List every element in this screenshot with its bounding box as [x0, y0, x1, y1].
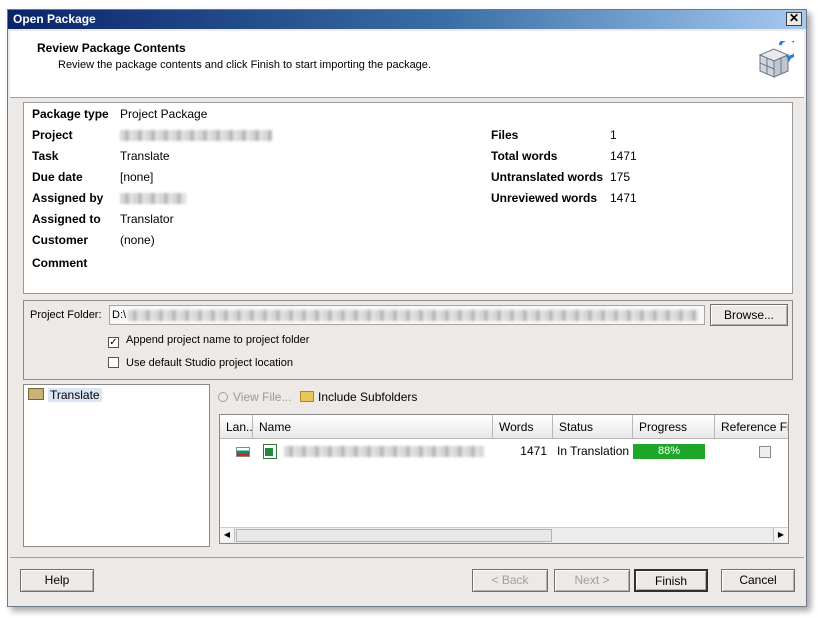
title-bar: Open Package ✕ [8, 10, 806, 29]
bulgarian-flag-icon [236, 447, 250, 457]
assigned-to-label: Assigned to [32, 212, 101, 226]
scroll-left-arrow[interactable]: ◀ [220, 528, 235, 542]
unreviewed-words-value: 1471 [610, 191, 637, 205]
due-date-label: Due date [32, 170, 83, 184]
folder-icon [28, 388, 44, 400]
page-subtitle: Review the package contents and click Fi… [58, 59, 431, 71]
column-header-name[interactable]: Name [253, 415, 493, 439]
default-location-checkbox-label: Use default Studio project location [126, 357, 293, 369]
column-header-words[interactable]: Words [493, 415, 553, 439]
customer-value: (none) [120, 233, 155, 247]
cancel-button[interactable]: Cancel [721, 569, 795, 592]
column-header-progress[interactable]: Progress [633, 415, 715, 439]
next-button[interactable]: Next > [554, 569, 630, 592]
package-type-label: Package type [32, 107, 109, 121]
files-value: 1 [610, 128, 617, 142]
append-checkbox-label: Append project name to project folder [126, 334, 310, 346]
default-location-checkbox-box[interactable] [108, 357, 119, 368]
browse-button[interactable]: Browse... [710, 304, 788, 326]
unreviewed-words-label: Unreviewed words [491, 191, 598, 205]
scroll-thumb[interactable] [236, 529, 552, 542]
horizontal-scrollbar[interactable]: ◀ ▶ [220, 527, 788, 543]
task-tree: Translate [23, 384, 210, 547]
subfolder-icon [300, 391, 314, 402]
use-default-location-checkbox[interactable]: Use default Studio project location [108, 357, 293, 369]
close-button[interactable]: ✕ [786, 12, 802, 26]
page-title: Review Package Contents [37, 41, 186, 55]
project-label: Project [32, 128, 73, 142]
assigned-to-value: Translator [120, 212, 174, 226]
include-subfolders-label: Include Subfolders [318, 390, 418, 404]
total-words-label: Total words [491, 149, 558, 163]
package-type-value: Project Package [120, 107, 208, 121]
package-summary: Package type Project Package Project Tas… [23, 102, 793, 294]
package-file-list: Lan... Name Words Status Progress Refere… [219, 414, 789, 544]
column-header-reference[interactable]: Reference Fi [715, 415, 788, 439]
include-subfolders-button[interactable]: Include Subfolders [300, 390, 417, 404]
append-checkbox-box[interactable]: ✓ [108, 337, 119, 348]
help-button[interactable]: Help [20, 569, 94, 592]
project-folder-group: Project Folder: D:\ Browse... ✓ Append pr… [23, 300, 793, 380]
scroll-right-arrow[interactable]: ▶ [773, 528, 788, 542]
project-folder-label: Project Folder: [30, 309, 102, 321]
file-words: 1471 [520, 444, 547, 458]
task-label: Task [32, 149, 59, 163]
tree-item-label: Translate [48, 388, 102, 402]
append-project-name-checkbox[interactable]: ✓ Append project name to project folder [108, 334, 309, 348]
project-folder-drive: D:\ [112, 309, 127, 321]
tree-item-translate[interactable]: Translate [28, 388, 102, 402]
file-status: In Translation [557, 444, 630, 458]
file-progress-bar: 88% [633, 444, 705, 459]
excel-file-icon [263, 444, 277, 459]
task-value: Translate [120, 149, 170, 163]
assigned-by-value-redacted [120, 191, 186, 205]
untranslated-words-label: Untranslated words [491, 170, 604, 184]
column-header-status[interactable]: Status [553, 415, 633, 439]
view-file-label: View File... [233, 390, 292, 404]
project-folder-path-redacted [128, 309, 699, 321]
project-folder-input[interactable]: D:\ [109, 305, 705, 325]
magnifier-icon [218, 392, 228, 402]
view-file-button[interactable]: View File... [218, 390, 291, 404]
footer-divider [10, 557, 804, 558]
open-package-dialog: Open Package ✕ Review Package Contents R… [7, 9, 807, 607]
window-title: Open Package [13, 12, 96, 26]
reference-checkbox[interactable] [759, 446, 771, 458]
table-row[interactable]: 1471 In Translation 88% [220, 444, 788, 460]
file-name-redacted [284, 446, 484, 457]
assigned-by-label: Assigned by [32, 191, 104, 205]
comment-label: Comment [32, 256, 88, 270]
back-button[interactable]: < Back [472, 569, 548, 592]
finish-button[interactable]: Finish [634, 569, 708, 592]
wizard-header: Review Package Contents Review the packa… [10, 31, 804, 98]
project-value-redacted [120, 128, 272, 142]
customer-label: Customer [32, 233, 89, 247]
untranslated-words-value: 175 [610, 170, 631, 184]
files-label: Files [491, 128, 519, 142]
total-words-value: 1471 [610, 149, 637, 163]
column-header-language[interactable]: Lan... [220, 415, 253, 439]
due-date-value: [none] [120, 170, 154, 184]
package-import-icon [758, 41, 794, 78]
